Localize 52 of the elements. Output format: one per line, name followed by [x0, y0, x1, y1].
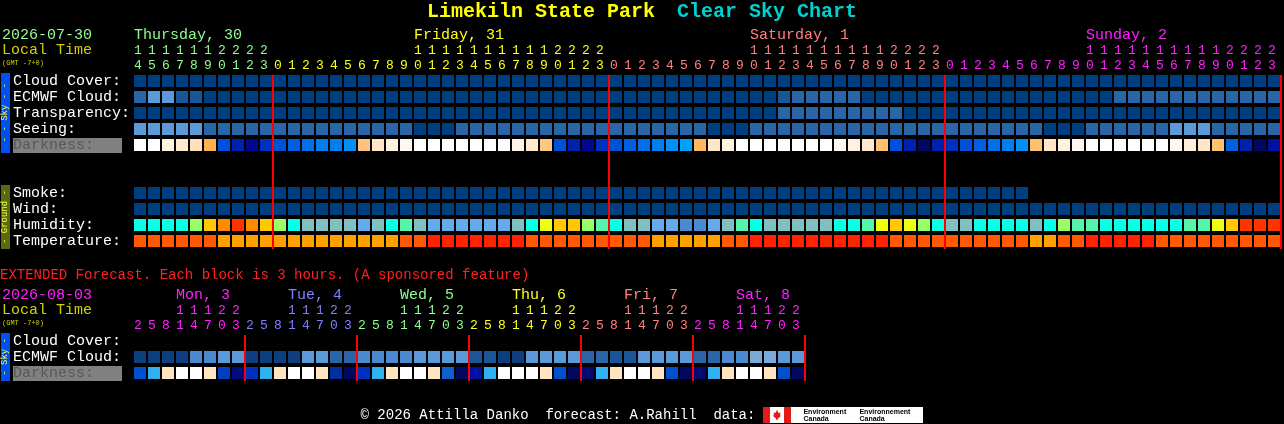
local-time-label: Local Time	[2, 43, 92, 58]
row-label: Smoke:	[13, 185, 67, 201]
section-label: - Sky -	[1, 333, 10, 381]
hour-digits: 4567890123	[134, 58, 274, 73]
day-label: Friday, 31	[414, 28, 504, 43]
day-label: Sunday, 2	[1086, 28, 1167, 43]
row-label: Wind:	[13, 201, 58, 217]
extended-notice: EXTENDED Forecast. Each block is 3 hours. (A sponsored feature)	[0, 267, 530, 283]
row-label: Cloud Cover:	[13, 73, 122, 89]
section-label: - - Sky - -	[1, 73, 10, 153]
hour-digits: 1111112222	[134, 43, 274, 58]
hour-digits: 012345678901234567890123	[610, 58, 947, 73]
hour-digits: 25814703	[582, 318, 694, 333]
hour-digits: 25814703	[694, 318, 806, 333]
hour-digits: 11122	[399, 303, 470, 318]
hour-digits: 25814703	[134, 318, 246, 333]
date-label: 2026-07-30	[2, 28, 92, 43]
hour-digits: 11111111112222	[1085, 43, 1283, 58]
site-title: Limekiln State Park	[426, 0, 655, 24]
row-label: Temperature:	[13, 233, 122, 249]
row-label: Seeing:	[13, 121, 76, 137]
section-label: - Ground -	[1, 185, 10, 249]
hour-digits: 25814703	[246, 318, 358, 333]
credits-text: © 2026 Attilla Danko forecast: A.Rahill data:	[360, 407, 756, 423]
local-time-label: Local Time	[2, 303, 92, 318]
day-label: Thursday, 30	[134, 28, 243, 43]
hour-digits: 11122	[287, 303, 358, 318]
day-label: Saturday, 1	[750, 28, 850, 43]
day-label: Sat, 8	[736, 288, 790, 303]
row-label: ECMWF Cloud:	[13, 89, 122, 105]
hour-digits: 11111111112222	[413, 43, 611, 58]
day-label: Tue, 4	[288, 288, 342, 303]
hour-digits: 25814703	[470, 318, 582, 333]
hour-digits: 11111111112222	[749, 43, 947, 58]
day-label: Thu, 6	[512, 288, 566, 303]
hour-digits: 012345678901234567890123	[946, 58, 1283, 73]
row-label: Cloud Cover:	[13, 333, 122, 349]
hour-digits: 11122	[735, 303, 806, 318]
day-label: Mon, 3	[176, 288, 230, 303]
hour-digits: 11122	[511, 303, 582, 318]
flag-icon	[763, 407, 792, 423]
row-label: ECMWF Cloud:	[13, 349, 122, 365]
hour-digits: 012345678901234567890123	[274, 58, 611, 73]
hour-digits: 11122	[623, 303, 694, 318]
row-label: Transparency:	[13, 105, 131, 121]
hour-digits: 11122	[175, 303, 246, 318]
date-label: 2026-08-03	[2, 288, 92, 303]
day-label: Wed, 5	[400, 288, 454, 303]
row-label: Humidity:	[13, 217, 94, 233]
hour-digits: 25814703	[358, 318, 470, 333]
chart-title: Clear Sky Chart	[677, 0, 858, 24]
day-label: Fri, 7	[624, 288, 678, 303]
